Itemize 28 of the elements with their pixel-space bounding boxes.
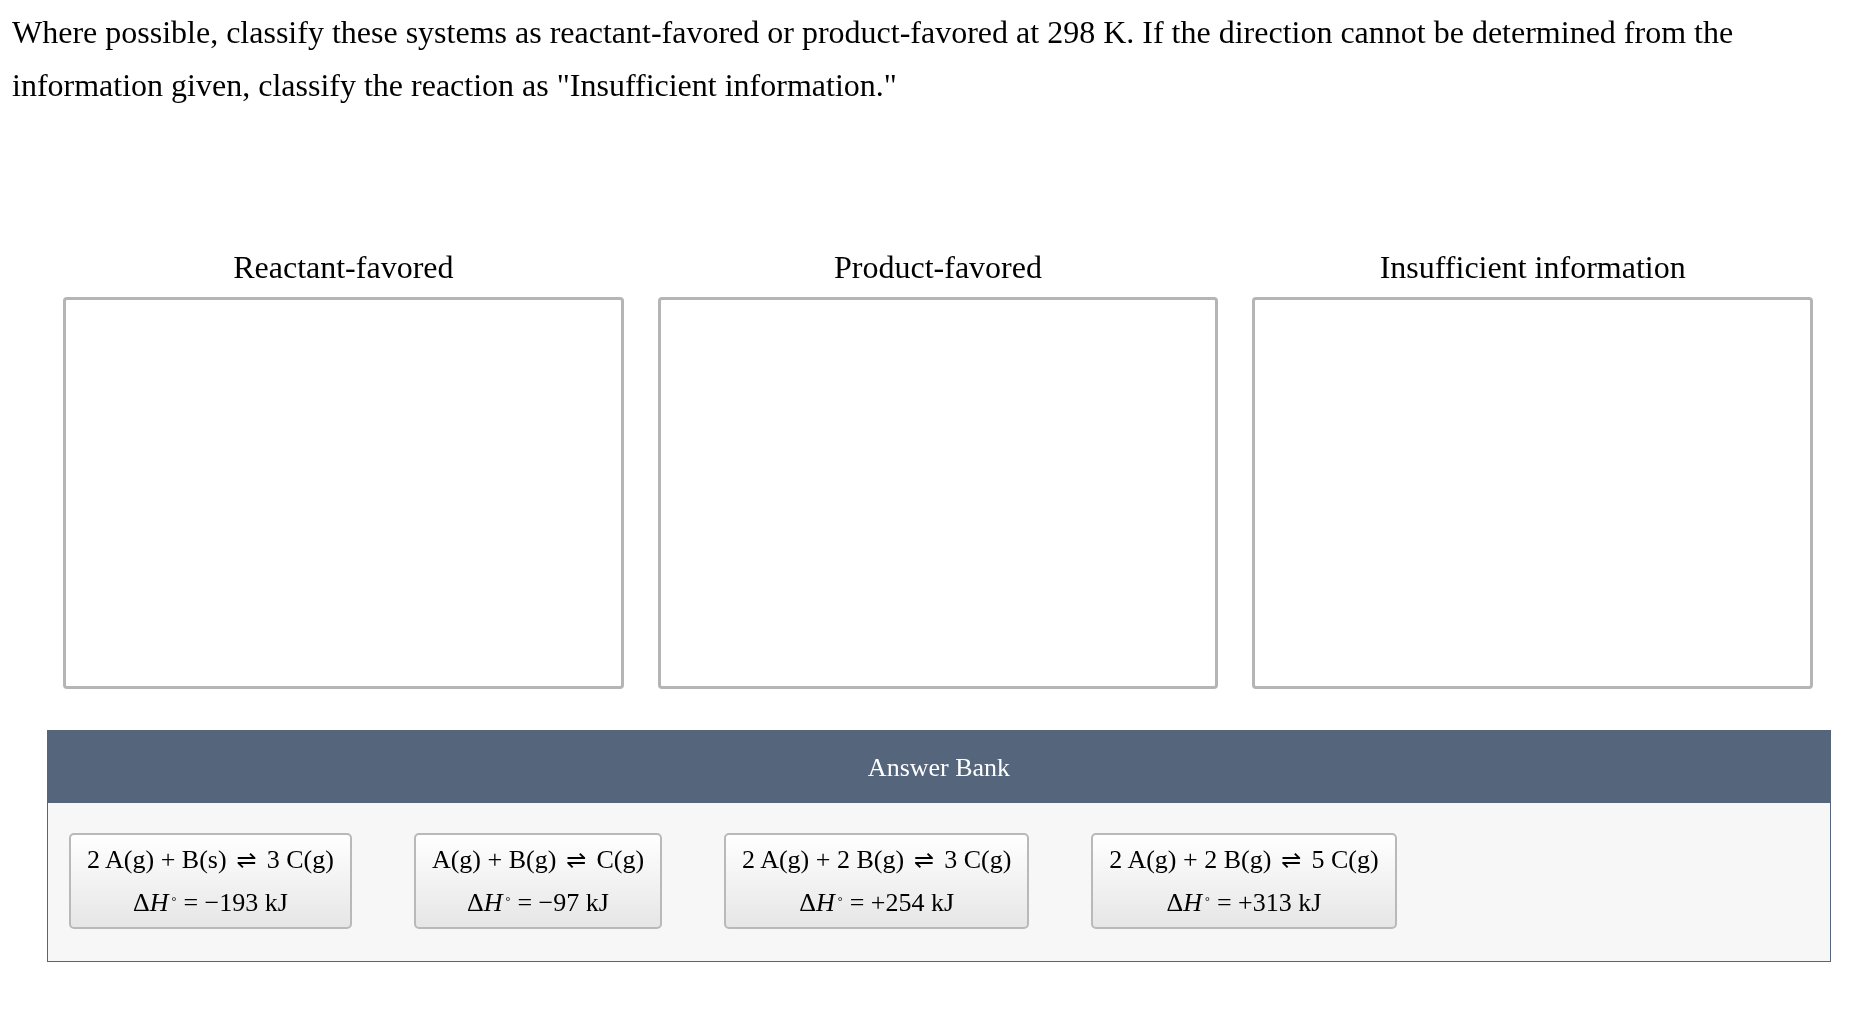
drop-zone[interactable] <box>657 297 1219 689</box>
enthalpy-text: ΔH$^{°}$ = −193 kJ <box>133 887 288 919</box>
products-text: 3 C(g) <box>944 844 1012 876</box>
enthalpy-text: ΔH$^{°}$ = +254 kJ <box>799 887 955 919</box>
category-label: Product-favored <box>834 248 1042 287</box>
reactants-text: 2 A(g) + 2 B(g) <box>1109 844 1272 876</box>
reactants-text: 2 A(g) + 2 B(g) <box>742 844 905 876</box>
reactants-text: 2 A(g) + B(s) <box>87 844 227 876</box>
reactants-text: A(g) + B(g) <box>431 844 557 876</box>
instructions-text: Where possible, classify these systems as reactant-favored or product-favored at 298 K. If the direction cannot be determined from the information given, classify the reaction as "Insufficient information." <box>12 13 1735 105</box>
equilibrium-arrow: ⇌ <box>566 844 587 876</box>
drop-zone[interactable] <box>1252 297 1813 689</box>
enthalpy-text: ΔH$^{°}$ = +313 kJ <box>1166 887 1322 919</box>
equilibrium-arrow: ⇌ <box>1281 844 1302 876</box>
answer-card[interactable]: A(g) + B(g) ⇌ C(g) ΔH$^{°}$ = −97 kJ <box>413 833 663 929</box>
equilibrium-arrow: ⇌ <box>914 844 935 876</box>
answer-card[interactable]: 2 A(g) + 2 B(g) ⇌ 3 C(g) ΔH$^{°}$ = +254 kJ <box>724 833 1030 929</box>
answer-card[interactable]: 2 A(g) + 2 B(g) ⇌ 5 C(g) ΔH$^{°}$ = +313 kJ <box>1091 833 1397 929</box>
answer-card[interactable]: 2 A(g) + B(s) ⇌ 3 C(g) ΔH$^{°}$ = −193 kJ <box>69 833 352 929</box>
answer-bank-title: Answer Bank <box>867 751 1011 784</box>
category-label: Reactant-favored <box>233 248 454 287</box>
products-text: C(g) <box>596 844 645 876</box>
enthalpy-text: ΔH$^{°}$ = −97 kJ <box>467 887 609 919</box>
products-text: 3 C(g) <box>266 844 334 876</box>
category-label: Insufficient information <box>1379 248 1686 287</box>
products-text: 5 C(g) <box>1311 844 1379 876</box>
drop-zone[interactable] <box>63 297 624 689</box>
equilibrium-arrow: ⇌ <box>236 844 257 876</box>
